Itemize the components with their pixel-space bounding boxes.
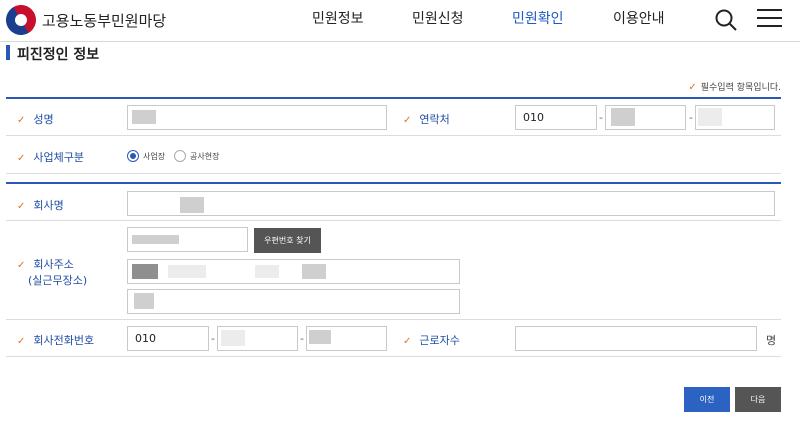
business-type-label: ✓ 사업체구분 (17, 151, 84, 164)
prev-button[interactable]: 이전 (684, 387, 730, 412)
masked-contact-last (698, 108, 722, 126)
masked-address (255, 265, 279, 278)
company-phone-prefix-input[interactable]: 010 (127, 326, 209, 351)
address-detail-input[interactable] (127, 289, 460, 314)
taegeuk-logo-icon[interactable] (0, 0, 42, 41)
title-accent-bar (6, 45, 10, 60)
masked-company-phone-middle (221, 330, 245, 346)
check-icon: ✓ (688, 82, 697, 93)
dash: - (689, 111, 693, 124)
name-input[interactable] (127, 105, 387, 130)
masked-zipcode (132, 235, 179, 244)
nav-usage-guide[interactable]: 이용안내 (613, 8, 665, 28)
search-icon[interactable] (715, 8, 737, 32)
masked-name (132, 110, 156, 124)
radio-construction-site[interactable] (174, 150, 186, 162)
masked-address-detail (134, 293, 154, 309)
company-phone-label: ✓ 회사전화번호 (17, 334, 95, 347)
radio-workplace-label[interactable]: 사업장 (143, 151, 165, 162)
zipcode-search-button[interactable]: 우편번호 찾기 (254, 228, 321, 253)
radio-construction-site-label[interactable]: 공사현장 (190, 151, 219, 162)
company-name-label: ✓ 회사명 (17, 199, 64, 212)
masked-address (168, 265, 206, 278)
nav-civil-apply[interactable]: 민원신청 (412, 8, 464, 28)
row-divider (6, 173, 781, 174)
masked-contact-middle (611, 108, 635, 126)
name-label: ✓ 성명 (17, 113, 54, 126)
masked-company-phone-last (309, 330, 331, 344)
section-top-border (6, 97, 781, 99)
dash: - (599, 111, 603, 124)
hamburger-menu-icon[interactable] (757, 9, 782, 29)
dash: - (300, 332, 304, 345)
masked-address (132, 264, 158, 279)
masked-company-name (180, 197, 204, 213)
masked-address (302, 264, 326, 279)
section-border (6, 182, 781, 184)
workers-label: ✓ 근로자수 (403, 334, 460, 347)
contact-label: ✓ 연락처 (403, 113, 450, 126)
dash: - (211, 332, 215, 345)
page-title: 피진정인 정보 (17, 47, 100, 63)
row-divider (6, 319, 781, 320)
company-name-input[interactable] (127, 191, 775, 216)
row-divider (6, 135, 781, 136)
row-divider (6, 220, 781, 221)
workers-unit: 명 (766, 334, 777, 347)
section-bottom-border (6, 356, 781, 357)
company-address-label: ✓ 회사주소 (실근무장소) (17, 258, 88, 287)
next-button[interactable]: 다음 (735, 387, 781, 412)
nav-civil-check[interactable]: 민원확인 (512, 8, 564, 28)
nav-civil-info[interactable]: 민원정보 (312, 8, 364, 28)
workers-count-input[interactable] (515, 326, 757, 351)
required-note: ✓ 필수입력 항목입니다. (688, 82, 781, 93)
site-brand[interactable]: 고용노동부민원마당 (42, 10, 166, 31)
contact-prefix-input[interactable]: 010 (515, 105, 597, 130)
radio-workplace[interactable] (127, 150, 139, 162)
top-header: 고용노동부민원마당 민원정보 민원신청 민원확인 이용안내 (0, 0, 800, 42)
